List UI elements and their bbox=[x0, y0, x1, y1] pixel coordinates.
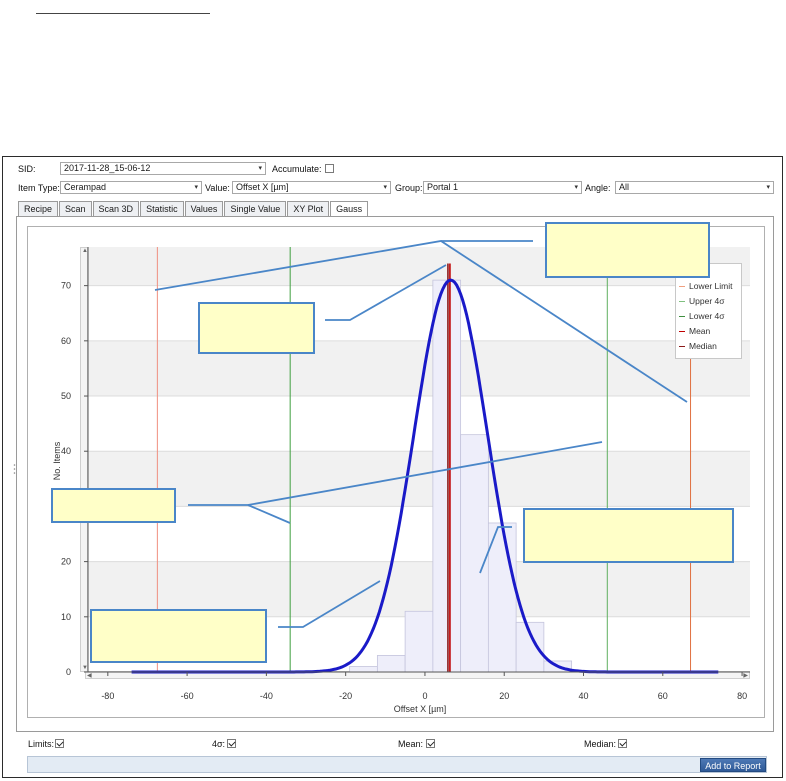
add-to-report-button[interactable]: Add to Report bbox=[700, 758, 766, 772]
four-sigma-label: 4σ: bbox=[212, 739, 226, 749]
mean-label: Mean: bbox=[398, 739, 424, 749]
annotation-box-mean bbox=[198, 302, 315, 354]
limits-checkbox[interactable] bbox=[55, 739, 64, 748]
median-label: Median: bbox=[584, 739, 617, 749]
connector-sigma-2 bbox=[247, 441, 603, 506]
annotation-box-histogram bbox=[523, 508, 734, 563]
limits-label: Limits: bbox=[28, 739, 55, 749]
annotation-box-sigma bbox=[51, 488, 176, 523]
report-bar bbox=[27, 756, 767, 773]
connector-gauss bbox=[278, 580, 381, 628]
annotation-lines bbox=[154, 240, 688, 628]
connector-sigma bbox=[188, 504, 291, 524]
annotation-box-limits bbox=[545, 222, 710, 278]
connector-histogram bbox=[479, 526, 512, 574]
connector-mean bbox=[325, 264, 447, 321]
four-sigma-checkbox[interactable] bbox=[227, 739, 236, 748]
median-checkbox[interactable] bbox=[618, 739, 627, 748]
mean-checkbox[interactable] bbox=[426, 739, 435, 748]
annotation-box-gauss bbox=[90, 609, 267, 663]
